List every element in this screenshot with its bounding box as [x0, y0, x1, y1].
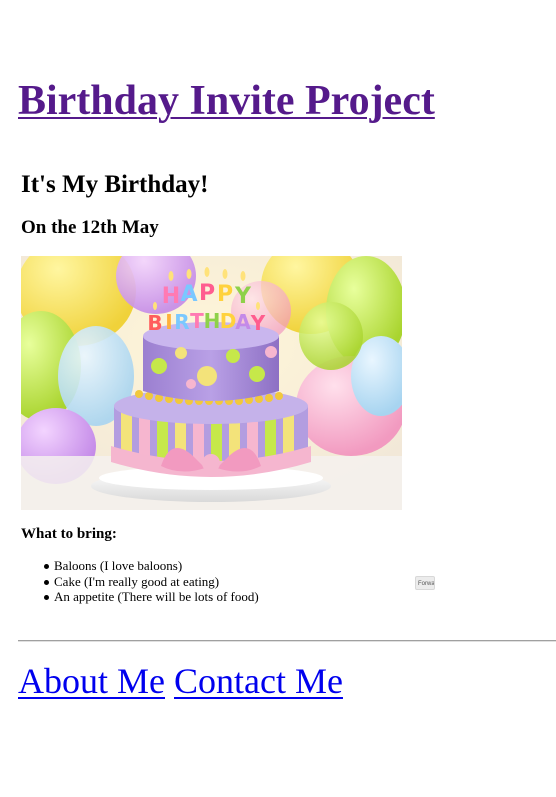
birthday-cake-image: H A P P Y B I R T H D A Y: [21, 256, 402, 510]
invite-heading: It's My Birthday!: [21, 171, 209, 198]
bring-heading: What to bring:: [21, 526, 117, 542]
page-title-link[interactable]: Birthday Invite Project: [18, 78, 435, 124]
invite-embed: It's My Birthday! On the 12th May H A P …: [18, 150, 556, 630]
invite-date: On the 12th May: [21, 217, 159, 238]
list-item: Cake (I'm really good at eating): [44, 574, 259, 590]
svg-text:B: B: [147, 311, 162, 335]
svg-text:P: P: [217, 282, 233, 307]
svg-text:R: R: [174, 310, 189, 334]
svg-text:Y: Y: [250, 311, 266, 335]
list-item: An appetite (There will be lots of food): [44, 589, 259, 604]
svg-text:I: I: [165, 310, 172, 334]
bottom-nav: About Me Contact Me: [18, 660, 343, 703]
svg-text:D: D: [220, 309, 237, 333]
svg-text:A: A: [235, 310, 251, 334]
svg-text:H: H: [204, 309, 221, 333]
svg-text:P: P: [199, 281, 215, 306]
forward-button[interactable]: Forward: [415, 576, 435, 590]
list-item: Baloons (I love baloons): [44, 558, 259, 574]
about-me-link[interactable]: About Me: [18, 661, 165, 701]
svg-text:A: A: [180, 282, 197, 307]
bring-list: Baloons (I love baloons) Cake (I'm reall…: [44, 558, 259, 605]
svg-text:T: T: [190, 309, 204, 333]
contact-me-link[interactable]: Contact Me: [174, 661, 343, 701]
svg-text:H: H: [162, 284, 180, 309]
horizontal-divider: [18, 640, 556, 642]
svg-text:Y: Y: [234, 284, 252, 309]
